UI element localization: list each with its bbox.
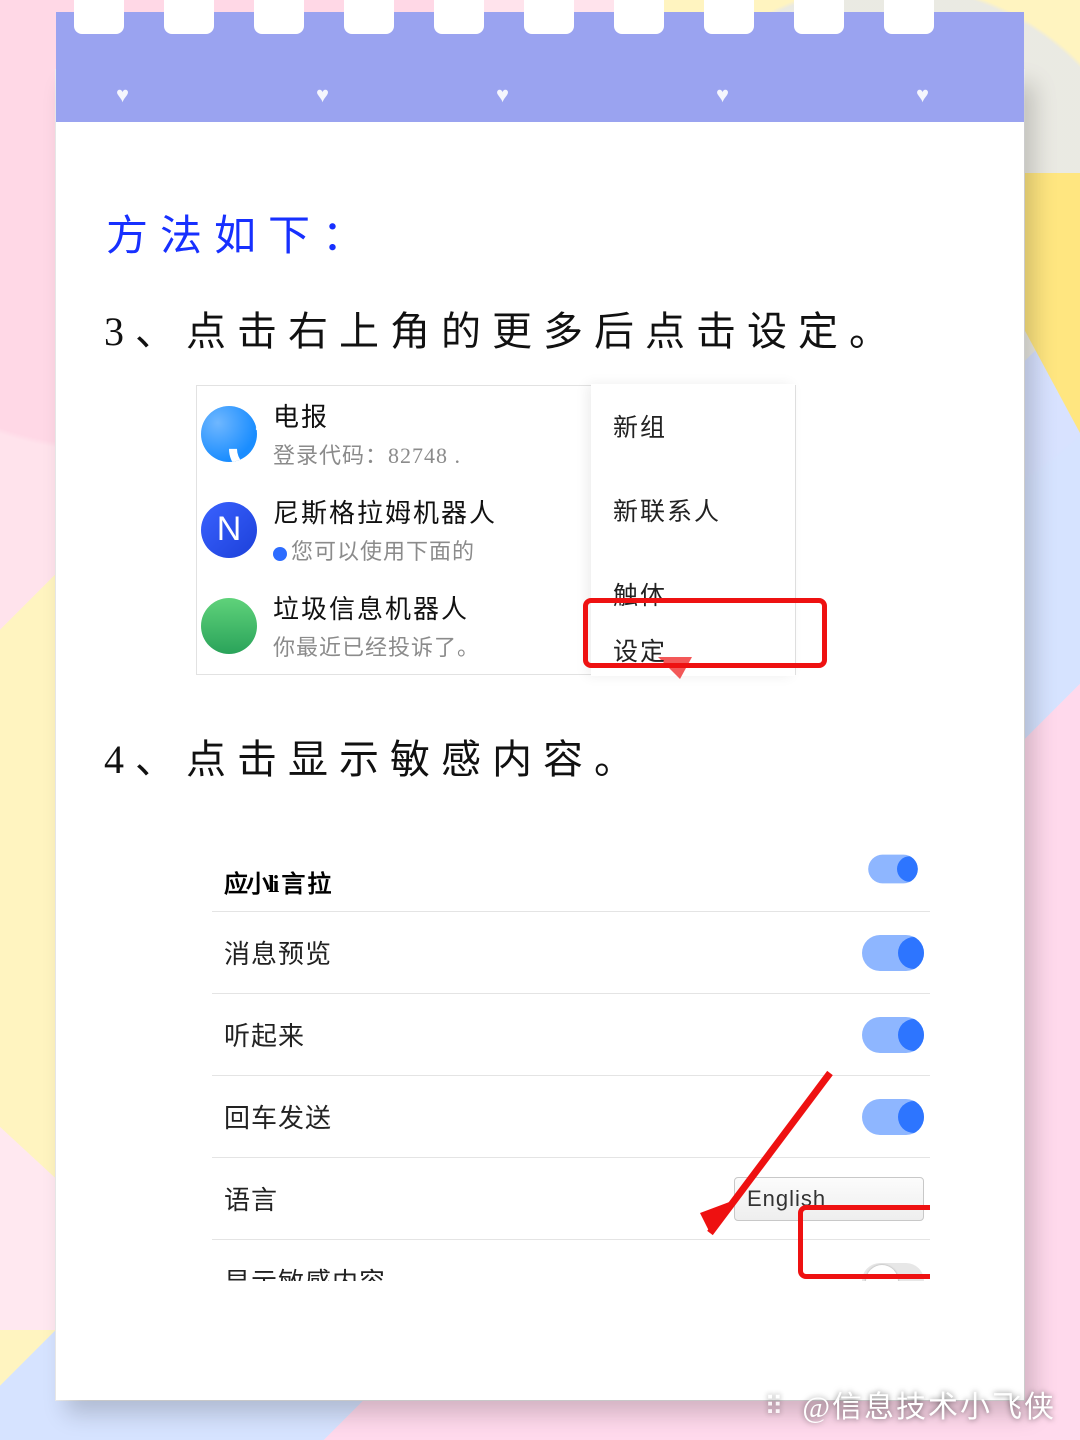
menu-item-settings[interactable]: 设定 bbox=[591, 608, 689, 692]
chat-item-spam[interactable]: 垃圾信息机器人 你最近已经投诉了。 bbox=[197, 578, 593, 674]
chat-list: 电报 登录代码：82748 . N 尼斯格拉姆机器人 您可以使用下面的 垃圾信息… bbox=[197, 386, 593, 674]
menu-item-new-contact[interactable]: 新联系人 bbox=[591, 468, 795, 552]
chat-title: 电报 bbox=[273, 397, 461, 434]
settings-label: 显示敏感内容 bbox=[224, 1262, 386, 1281]
note-sheet: ♥♥ ♥♥ ♥ 方法如下： 3、点击右上角的更多后点击设定。 电报 登录代码：8… bbox=[56, 70, 1024, 1400]
toggle-icon[interactable] bbox=[868, 855, 918, 884]
spiral-binding: ♥♥ ♥♥ ♥ bbox=[56, 12, 1024, 122]
settings-label: 消息预览 bbox=[224, 934, 332, 971]
watermark-text: @信息技术小飞侠 bbox=[802, 1382, 1056, 1426]
screenshot-2: 应⼩li 言 拉 消息预览 听起来 回车发送 语言 English 显示敏感内容 bbox=[212, 851, 930, 1281]
screenshot-1: 电报 登录代码：82748 . N 尼斯格拉姆机器人 您可以使用下面的 垃圾信息… bbox=[196, 385, 796, 675]
settings-label: 语言 bbox=[224, 1180, 278, 1217]
settings-label: 回车发送 bbox=[224, 1098, 332, 1135]
settings-row-preview[interactable]: 消息预览 bbox=[212, 911, 930, 993]
settings-row-enter-send[interactable]: 回车发送 bbox=[212, 1075, 930, 1157]
section-heading: 方法如下： bbox=[106, 202, 978, 263]
watermark: @信息技术小飞侠 bbox=[764, 1382, 1056, 1426]
red-highlight-box bbox=[798, 1205, 930, 1279]
toggle-icon[interactable] bbox=[862, 1099, 924, 1135]
paw-icon bbox=[764, 1389, 794, 1419]
chat-item-telegram[interactable]: 电报 登录代码：82748 . bbox=[197, 386, 593, 482]
content-area: 方法如下： 3、点击右上角的更多后点击设定。 电报 登录代码：82748 . N… bbox=[102, 130, 978, 1400]
avatar-letter-icon: N bbox=[201, 502, 257, 558]
chat-subtitle: 登录代码：82748 . bbox=[273, 438, 461, 470]
chat-title: 尼斯格拉姆机器人 bbox=[273, 493, 497, 530]
step-3-text: 3、点击右上角的更多后点击设定。 bbox=[104, 299, 978, 357]
chat-item-bot[interactable]: N 尼斯格拉姆机器人 您可以使用下面的 bbox=[197, 482, 593, 578]
settings-row-sound[interactable]: 听起来 bbox=[212, 993, 930, 1075]
avatar-telegram-icon bbox=[201, 406, 257, 462]
chat-title: 垃圾信息机器人 bbox=[273, 589, 480, 626]
chat-subtitle: 您可以使用下面的 bbox=[273, 534, 497, 566]
toggle-icon[interactable] bbox=[862, 935, 924, 971]
settings-label: 应⼩li 言 拉 bbox=[224, 864, 329, 899]
dropdown-menu: 新组 新联系人 触体 设定 bbox=[591, 384, 795, 676]
step-4-text: 4、点击显示敏感内容。 bbox=[104, 727, 978, 785]
settings-row[interactable]: 应⼩li 言 拉 bbox=[212, 851, 930, 911]
chat-subtitle: 你最近已经投诉了。 bbox=[273, 630, 480, 662]
avatar-green-icon bbox=[201, 598, 257, 654]
status-dot-icon bbox=[273, 547, 287, 561]
toggle-icon[interactable] bbox=[862, 1017, 924, 1053]
settings-label: 听起来 bbox=[224, 1016, 305, 1053]
menu-item-new-group[interactable]: 新组 bbox=[591, 384, 795, 468]
